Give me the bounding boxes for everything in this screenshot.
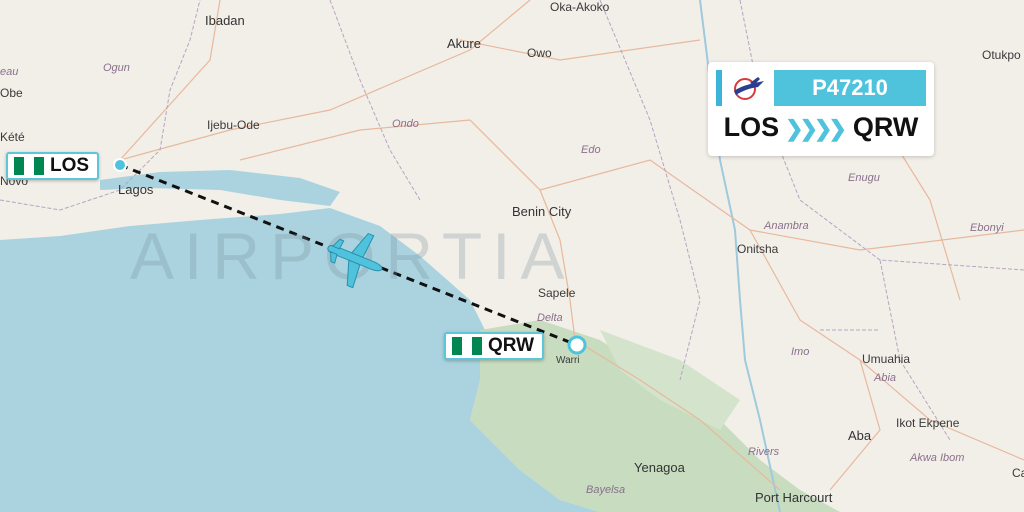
region-label-abia: Abia [874,372,897,384]
region-label-edo: Edo [581,144,601,156]
route-arrows-icon: ❯❯❯❯ [785,116,847,141]
region-label-enugu: Enugu [848,172,880,184]
city-label-port-harcourt: Port Harcourt [755,490,833,505]
destination-marker-icon[interactable] [566,334,588,356]
city-label-kete: Kété [0,130,25,144]
region-label-ebonyi: Ebonyi [970,222,1004,234]
nigeria-flag-icon [452,337,482,355]
region-label-akwa-ibom: Akwa Ibom [910,452,965,464]
city-label-lagos: Lagos [118,182,154,197]
route-destination-code: QRW [852,112,919,142]
city-label-warri: Warri [556,355,580,366]
origin-airport-label[interactable]: LOS [6,152,100,180]
city-label-benin-city: Benin City [512,204,572,219]
destination-airport-label[interactable]: QRW [444,332,545,360]
region-label-ondo: Ondo [392,118,419,130]
city-label-akure: Akure [447,36,481,51]
plane-icon[interactable] [322,228,386,288]
city-label-umuahia: Umuahia [862,352,911,366]
city-label-ca: Ca [1012,466,1024,480]
city-label-owo: Owo [527,46,552,60]
destination-airport-code: QRW [488,335,535,356]
region-label-anambra: Anambra [764,220,809,232]
flight-info-card[interactable]: P47210 LOS ❯❯❯❯ QRW [708,62,934,156]
route-origin-code: LOS [723,112,780,142]
region-label-ogun: Ogun [103,62,130,74]
flight-route: LOS ❯❯❯❯ QRW [708,112,934,143]
map-view[interactable]: Ibadan Oka-Akoko Akure Owo Otukpo Ijebu-… [0,0,1024,512]
city-label-ikot-ekpene: Ikot Ekpene [896,416,960,430]
region-label-delta: Delta [537,312,563,324]
city-label-oka-akoko: Oka-Akoko [550,0,610,14]
region-label-imo: Imo [791,346,810,358]
region-label-rivers: Rivers [748,446,780,458]
airline-logo-icon [716,70,774,106]
nigeria-flag-icon [14,157,44,175]
region-label-eau: eau [0,66,19,78]
city-label-obe: Obe [0,86,23,100]
city-label-ijebu-ode: Ijebu-Ode [207,118,260,132]
region-label-bayelsa: Bayelsa [586,484,626,496]
city-label-aba: Aba [848,428,872,443]
city-label-yenagoa: Yenagoa [634,460,685,475]
origin-marker-icon[interactable] [112,157,128,173]
flight-number: P47210 [774,70,926,106]
city-label-otukpo: Otukpo [982,48,1021,62]
origin-airport-code: LOS [50,155,90,176]
city-label-ibadan: Ibadan [205,13,245,28]
city-label-onitsha: Onitsha [737,242,779,256]
